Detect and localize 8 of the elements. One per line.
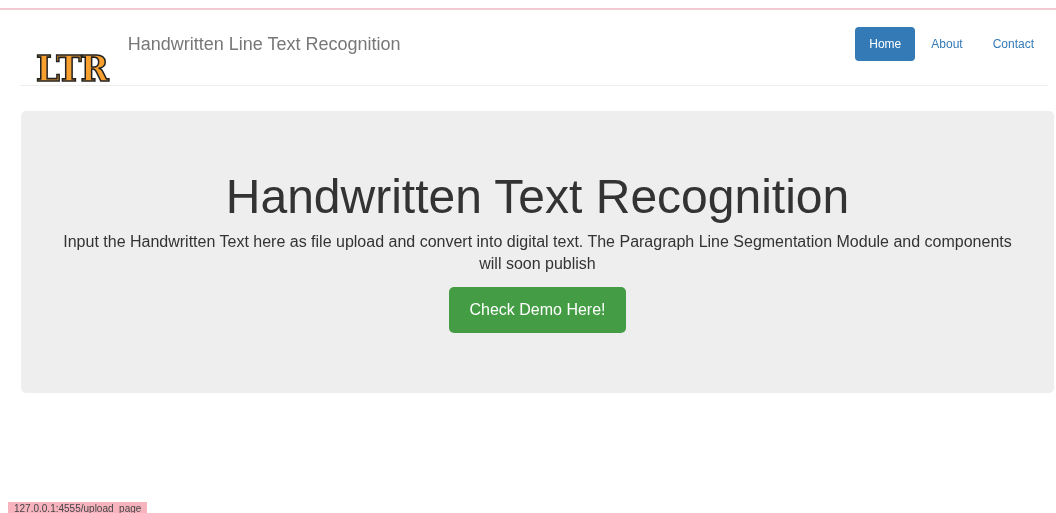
demo-button[interactable]: Check Demo Here!: [449, 287, 626, 333]
nav-link[interactable]: Contact: [978, 27, 1048, 61]
hero-text: Input the Handwritten Text here as file upload and convert into digital text. The Paragraph Line Segmentation Module and components will soon publish: [62, 232, 1013, 274]
hero-heading: Handwritten Text Recognition: [224, 169, 851, 225]
nav-link[interactable]: Home: [855, 27, 916, 61]
logo[interactable]: LTR: [36, 49, 108, 87]
nav-link[interactable]: About: [917, 27, 977, 61]
site-title[interactable]: Handwritten Line Text Recognition: [127, 34, 401, 55]
